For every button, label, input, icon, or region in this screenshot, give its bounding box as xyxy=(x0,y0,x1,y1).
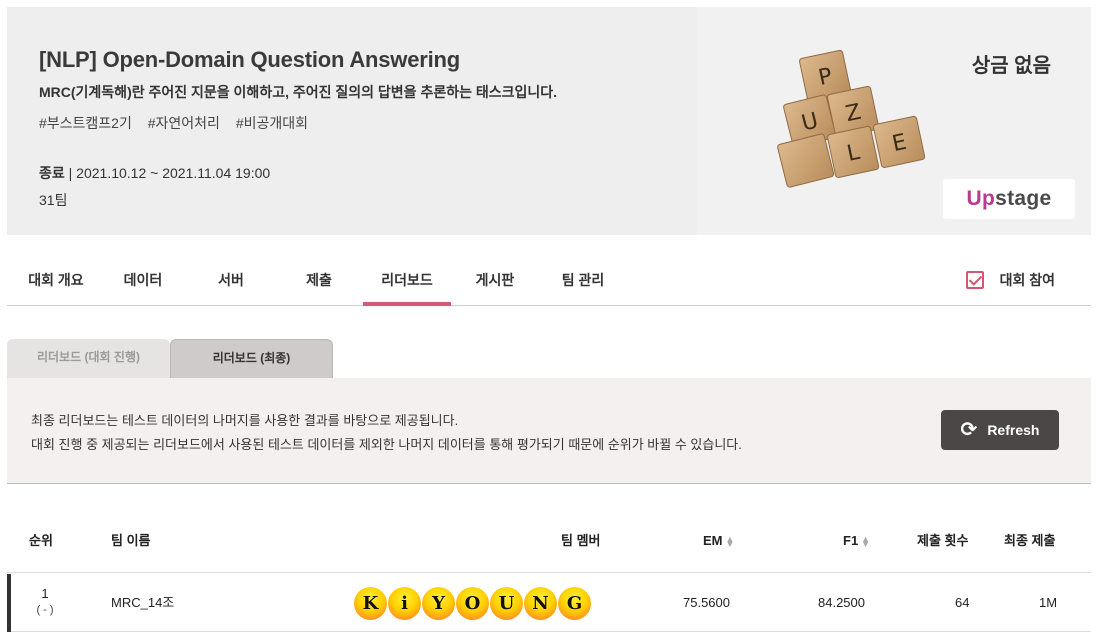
tab-team-management[interactable]: 팀 관리 xyxy=(557,258,609,304)
f1-score: 84.2500 xyxy=(818,595,865,610)
subtab-final-leaderboard[interactable]: 리더보드 (최종) xyxy=(170,339,333,378)
tab-submit[interactable]: 제출 xyxy=(299,258,339,304)
participate-label: 대회 참여 xyxy=(999,272,1055,288)
sort-icon: ▲ ▼ xyxy=(725,533,735,549)
tab-data[interactable]: 데이터 xyxy=(119,258,167,304)
member-avatar[interactable]: Y xyxy=(422,587,455,620)
rank-change: ( - ) xyxy=(36,604,54,616)
participate-toggle[interactable]: 대회 참여 xyxy=(965,270,1055,290)
prize-label: 상금 없음 xyxy=(971,55,1051,77)
rank-cell: 1 ( - ) xyxy=(33,586,57,618)
member-avatar[interactable]: i xyxy=(388,587,421,620)
sponsor-logo: Up stage xyxy=(943,179,1075,219)
header-f1-label: F1 xyxy=(843,533,859,548)
table-row: 1 ( - ) MRC_14조 K i Y O U N G 75.5600 84… xyxy=(7,574,1091,632)
tag[interactable]: #자연어처리 xyxy=(148,115,220,131)
submission-count: 64 xyxy=(955,595,970,610)
header-members: 팀 멤버 xyxy=(561,533,601,548)
header-em-label: EM xyxy=(703,533,723,548)
member-avatar[interactable]: O xyxy=(456,587,489,620)
tab-board[interactable]: 게시판 xyxy=(469,258,521,304)
info-line-2: 대회 진행 중 제공되는 리더보드에서 사용된 테스트 데이터를 제외한 나머지… xyxy=(31,437,742,452)
header-rank: 순위 xyxy=(29,533,53,548)
tag[interactable]: #비공개대회 xyxy=(236,115,308,131)
refresh-icon: ⟳ xyxy=(960,419,978,441)
participate-checkbox[interactable] xyxy=(965,271,984,289)
em-score: 75.5600 xyxy=(683,595,730,610)
team-members: K i Y O U N G xyxy=(354,587,592,620)
period-dates: | 2021.10.12 ~ 2021.11.04 19:00 xyxy=(64,165,271,181)
header-f1[interactable]: F1 ▲ ▼ xyxy=(843,521,870,561)
competition-description: MRC(기계독해)란 주어진 지문을 이해하고, 주어진 질의의 답변을 추론하… xyxy=(39,84,558,100)
header-last-submission: 최종 제출 xyxy=(1004,533,1056,548)
header-team-name: 팀 이름 xyxy=(111,533,151,548)
competition-period: 종료 | 2021.10.12 ~ 2021.11.04 19:00 xyxy=(39,163,270,183)
subtab-live-leaderboard[interactable]: 리더보드 (대회 진행) xyxy=(7,339,170,378)
team-count: 31팀 xyxy=(39,192,68,208)
competition-title: [NLP] Open-Domain Question Answering xyxy=(39,47,460,72)
tab-overview[interactable]: 대회 개요 xyxy=(27,258,85,304)
member-avatar[interactable]: K xyxy=(354,587,387,620)
refresh-label: Refresh xyxy=(987,422,1040,438)
member-avatar[interactable]: U xyxy=(490,587,523,620)
sort-icon: ▲ ▼ xyxy=(861,533,871,549)
puzzle-image: P U Z L E 상금 없음 Up stage xyxy=(697,7,1091,235)
last-submission: 1M xyxy=(1039,595,1058,610)
leaderboard-info: 최종 리더보드는 테스트 데이터의 나머지를 사용한 결과를 바탕으로 제공됩니… xyxy=(7,378,1091,484)
tab-server[interactable]: 서버 xyxy=(211,258,251,304)
sponsor-logo-prefix: Up xyxy=(966,187,996,210)
member-avatar[interactable]: G xyxy=(558,587,591,620)
competition-tags: #부스트캠프2기 #자연어처리 #비공개대회 xyxy=(39,113,320,133)
team-name: MRC_14조 xyxy=(111,595,175,610)
header-em[interactable]: EM ▲ ▼ xyxy=(703,521,734,561)
member-avatar[interactable]: N xyxy=(524,587,557,620)
leaderboard-header: 순위 팀 이름 팀 멤버 EM ▲ ▼ F1 ▲ ▼ 제출 횟수 최종 제출 xyxy=(7,521,1091,573)
rank-value: 1 xyxy=(41,586,49,601)
competition-tabs: 대회 개요 데이터 서버 제출 리더보드 게시판 팀 관리 대회 참여 xyxy=(7,258,1091,306)
info-line-1: 최종 리더보드는 테스트 데이터의 나머지를 사용한 결과를 바탕으로 제공됩니… xyxy=(31,413,459,428)
header-submission-count: 제출 횟수 xyxy=(917,533,969,548)
tab-leaderboard[interactable]: 리더보드 xyxy=(363,258,451,306)
tag[interactable]: #부스트캠프2기 xyxy=(39,115,132,131)
sponsor-logo-suffix: stage xyxy=(995,187,1052,210)
competition-banner: [NLP] Open-Domain Question Answering MRC… xyxy=(7,7,1091,235)
status-label: 종료 xyxy=(39,165,65,181)
refresh-button[interactable]: ⟳ Refresh xyxy=(941,410,1059,450)
